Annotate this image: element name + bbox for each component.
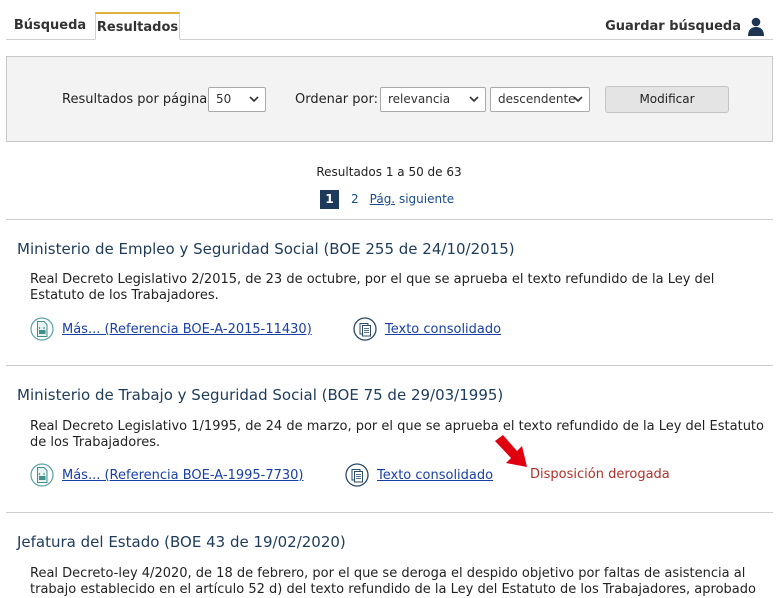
- result-more-link-text: Más... (Referencia BOE-A-1995-7730): [62, 467, 304, 483]
- modify-button[interactable]: Modificar: [605, 86, 729, 113]
- result-consolidated-link[interactable]: Texto consolidado: [345, 463, 493, 487]
- order-select[interactable]: relevancia: [380, 87, 486, 112]
- result-description: Real Decreto Legislativo 1/1995, de 24 d…: [30, 419, 764, 450]
- next-page-link[interactable]: Pág. siguiente: [370, 192, 455, 206]
- result-more-link[interactable]: Más... (Referencia BOE-A-1995-7730): [30, 463, 304, 487]
- chevron-down-icon: [249, 96, 259, 103]
- results-options-panel: Resultados por página: 50 Ordenar por: r…: [6, 56, 773, 142]
- result-divider: [6, 219, 773, 220]
- red-arrow-icon: [495, 435, 527, 467]
- chevron-down-icon: [469, 96, 479, 103]
- per-page-label: Resultados por página:: [62, 92, 212, 107]
- result-description: Real Decreto Legislativo 2/2015, de 23 d…: [30, 272, 715, 303]
- save-search-label: Guardar búsqueda: [605, 18, 741, 34]
- result-consolidated-link[interactable]: Texto consolidado: [353, 317, 501, 341]
- result-consolidated-link-text: Texto consolidado: [377, 467, 494, 483]
- result-description: Real Decreto-ley 4/2020, de 18 de febrer…: [30, 566, 756, 597]
- next-page-abbr: Pág.: [369, 192, 396, 206]
- order-value: relevancia: [388, 92, 451, 106]
- next-page-text: siguiente: [395, 192, 455, 206]
- chevron-down-icon: [573, 96, 583, 103]
- result-divider: [6, 512, 773, 513]
- tab-resultados[interactable]: Resultados: [95, 12, 180, 40]
- page-link-2[interactable]: 2: [351, 192, 359, 206]
- result-title: Jefatura del Estado (BOE 43 de 19/02/202…: [17, 533, 346, 551]
- xml-document-icon: [30, 317, 54, 341]
- result-more-link[interactable]: Más... (Referencia BOE-A-2015-11430): [30, 317, 312, 341]
- per-page-value: 50: [216, 92, 232, 106]
- results-summary: Resultados 1 a 50 de 63: [316, 165, 462, 179]
- consolidated-text-icon: [345, 463, 369, 487]
- xml-document-icon: [30, 463, 54, 487]
- repealed-status: Disposición derogada: [530, 467, 670, 482]
- per-page-select[interactable]: 50: [208, 87, 266, 112]
- order-label: Ordenar por:: [295, 92, 378, 107]
- pagination: 1 2 Pág. siguiente: [320, 189, 454, 209]
- user-icon: [748, 17, 764, 36]
- result-more-link-text: Más... (Referencia BOE-A-2015-11430): [62, 321, 312, 337]
- page-current: 1: [320, 189, 339, 209]
- result-title: Ministerio de Trabajo y Seguridad Social…: [17, 386, 504, 404]
- save-search-button[interactable]: Guardar búsqueda: [605, 14, 765, 38]
- tab-bar: Búsqueda Resultados Guardar búsqueda: [0, 0, 781, 40]
- consolidated-text-icon: [353, 317, 377, 341]
- direction-select[interactable]: descendente: [490, 87, 590, 112]
- result-consolidated-link-text: Texto consolidado: [385, 321, 502, 337]
- direction-value: descendente: [498, 92, 576, 106]
- tab-busqueda[interactable]: Búsqueda: [8, 12, 92, 40]
- result-divider: [6, 365, 773, 366]
- result-title: Ministerio de Empleo y Seguridad Social …: [17, 240, 515, 258]
